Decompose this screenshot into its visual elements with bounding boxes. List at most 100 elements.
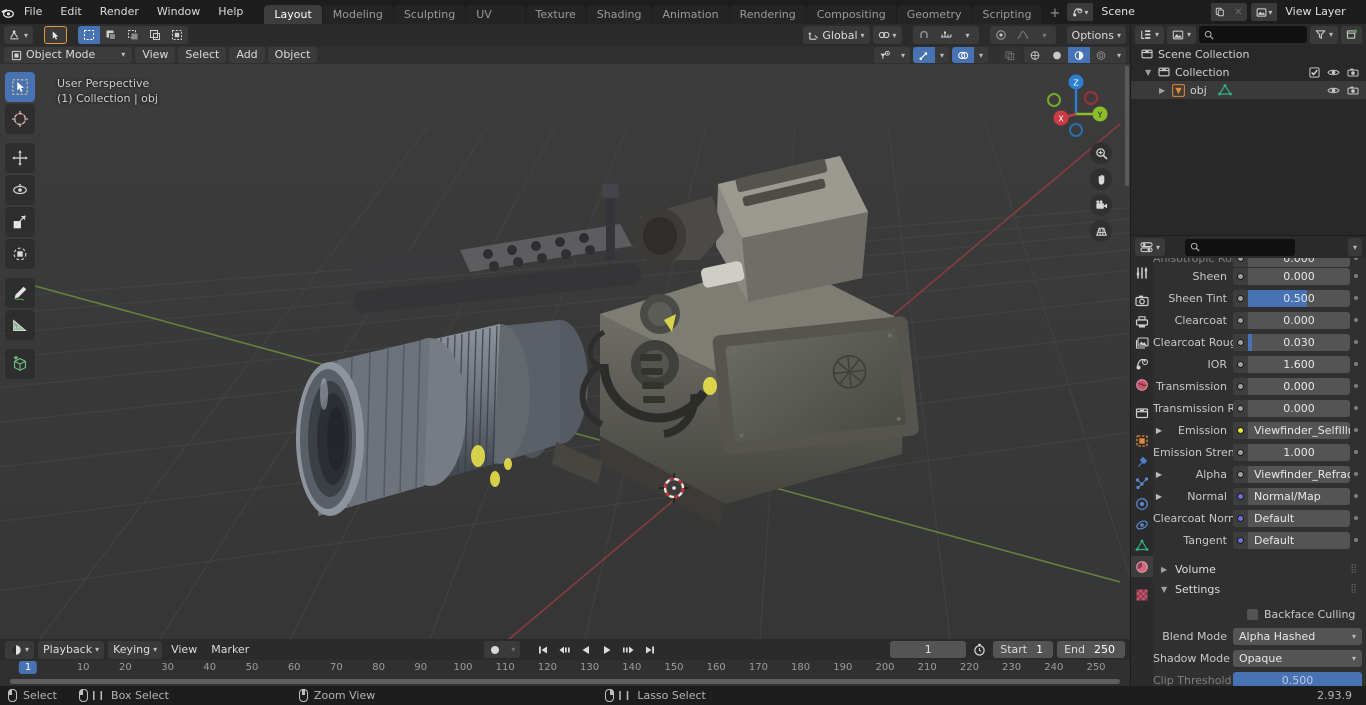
new-scene-button[interactable]: [1211, 3, 1230, 21]
tab-animation[interactable]: Animation: [652, 5, 729, 24]
property-row-normal[interactable]: ▶ Normal Normal/Map: [1153, 485, 1366, 507]
object-mode-selector[interactable]: Object Mode ▾: [4, 47, 133, 63]
animate-property-dot[interactable]: [1350, 318, 1362, 322]
use-preview-range-icon[interactable]: [970, 641, 989, 659]
animate-property-dot[interactable]: [1350, 362, 1362, 366]
menu-file[interactable]: File: [15, 3, 51, 21]
socket-icon[interactable]: [1233, 509, 1248, 527]
3d-viewport[interactable]: User Perspective (1) Collection | obj Z …: [0, 64, 1130, 639]
show-gizmo-icon[interactable]: [913, 47, 935, 63]
properties-tab-view-layer[interactable]: [1131, 332, 1153, 353]
outliner-row-obj[interactable]: ▶ obj: [1131, 81, 1366, 99]
properties-tab-object-data[interactable]: [1131, 535, 1153, 556]
object-type-visibility-icon[interactable]: [874, 47, 896, 63]
socket-icon[interactable]: [1233, 333, 1248, 351]
proportional-falloff-icon[interactable]: [1012, 26, 1034, 44]
zoom-nav-icon[interactable]: [1090, 142, 1112, 164]
socket-icon[interactable]: [1233, 377, 1248, 395]
tab-compositing[interactable]: Compositing: [806, 5, 896, 24]
shading-caret[interactable]: ▾: [1112, 47, 1126, 63]
viewport-menu-view[interactable]: View: [135, 47, 176, 63]
property-row-clearcoat[interactable]: Clearcoat 0.000: [1153, 309, 1366, 331]
snap-dropdown-caret[interactable]: ▾: [957, 26, 979, 44]
tab-uv-editing[interactable]: UV Editing: [466, 5, 525, 40]
animate-property-dot[interactable]: [1350, 274, 1362, 278]
panel-header-volume[interactable]: ▶ Volume ⣿: [1153, 559, 1366, 579]
show-overlays-icon[interactable]: [952, 47, 974, 63]
properties-tab-object[interactable]: [1131, 430, 1153, 451]
jump-to-end-button[interactable]: [640, 641, 660, 659]
frame-end-field[interactable]: End 250: [1057, 641, 1126, 658]
pan-nav-icon[interactable]: [1090, 168, 1112, 190]
timeline-menu-keying[interactable]: Keying ▾: [108, 640, 163, 659]
outliner-display-mode-selector[interactable]: ▾: [1167, 25, 1197, 44]
overlays-caret[interactable]: ▾: [974, 47, 988, 63]
outliner-row-collection[interactable]: ▼ Collection: [1131, 63, 1366, 81]
properties-options-caret[interactable]: ▾: [1347, 238, 1362, 256]
animate-property-dot[interactable]: [1350, 516, 1362, 520]
animate-property-dot[interactable]: [1350, 538, 1362, 542]
rotate-tool-icon[interactable]: [5, 175, 35, 205]
expand-triangle-icon[interactable]: ▶: [1153, 470, 1165, 479]
tab-rendering[interactable]: Rendering: [729, 5, 806, 24]
visibility-caret[interactable]: ▾: [896, 47, 910, 63]
scale-tool-icon[interactable]: [5, 207, 35, 237]
socket-icon[interactable]: [1233, 311, 1248, 329]
socket-icon[interactable]: [1233, 465, 1248, 483]
snap-increment-icon[interactable]: [935, 26, 957, 44]
material-preview-shading-icon[interactable]: [1068, 47, 1090, 63]
timeline-menu-playback[interactable]: Playback ▾: [38, 640, 105, 659]
current-frame-field[interactable]: 1: [890, 641, 967, 658]
property-row-backface-culling[interactable]: Backface Culling: [1153, 603, 1366, 625]
select-box-icon[interactable]: [78, 26, 101, 44]
outliner-editor-type-selector[interactable]: ▾: [1135, 25, 1165, 44]
properties-search-input[interactable]: [1185, 238, 1296, 256]
add-workspace-button[interactable]: +: [1042, 5, 1067, 24]
outliner-search-input[interactable]: [1199, 26, 1307, 43]
timeline-body[interactable]: 10 20 30 40 50 60 70 80 90 100 110 120 130 140 150 160 1…: [0, 660, 1130, 686]
jump-to-prev-keyframe-button[interactable]: [554, 641, 575, 659]
viewport-menu-object[interactable]: Object: [267, 47, 318, 63]
frame-start-field[interactable]: Start 1: [993, 641, 1054, 658]
properties-tab-texture[interactable]: [1131, 584, 1153, 605]
measure-tool-icon[interactable]: [5, 310, 35, 340]
property-row-emission[interactable]: ▶ Emission Viewfinder_SelfIllum...: [1153, 419, 1366, 441]
property-row-ior[interactable]: IOR 1.600: [1153, 353, 1366, 375]
animate-property-dot[interactable]: [1350, 340, 1362, 344]
transform-tool-icon[interactable]: [5, 239, 35, 269]
snap-magnet-icon[interactable]: [913, 26, 935, 44]
scene-selector[interactable]: ▾ Scene ✕: [1067, 3, 1248, 21]
timeline-playhead[interactable]: 1: [18, 661, 38, 674]
properties-tab-scene[interactable]: [1131, 353, 1153, 374]
tab-layout[interactable]: Layout: [264, 5, 322, 24]
proportional-falloff-caret[interactable]: ▾: [1034, 26, 1056, 44]
outliner-filter-button[interactable]: ▾: [1309, 25, 1338, 44]
animate-property-dot[interactable]: [1350, 428, 1362, 432]
scene-name[interactable]: Scene: [1093, 3, 1212, 21]
socket-icon[interactable]: [1233, 531, 1248, 549]
animate-property-dot[interactable]: [1350, 258, 1362, 260]
viewport-options-button[interactable]: Options ▾: [1066, 26, 1126, 44]
viewport-menu-select[interactable]: Select: [178, 47, 227, 63]
transform-orientation-selector[interactable]: Global ▾: [803, 26, 870, 44]
panel-header-settings[interactable]: ▼ Settings ⣿: [1153, 579, 1366, 599]
select-difference-icon[interactable]: [144, 26, 166, 44]
auto-keying-icon[interactable]: [484, 641, 506, 658]
camera-nav-icon[interactable]: [1090, 194, 1112, 216]
socket-icon[interactable]: [1233, 443, 1248, 461]
camera-icon[interactable]: [1347, 85, 1359, 96]
property-row-clearcoat-normal[interactable]: Clearcoat Normal Default: [1153, 507, 1366, 529]
socket-icon[interactable]: [1233, 355, 1248, 373]
expand-triangle-icon[interactable]: ▶: [1153, 426, 1165, 435]
property-row-clearcoat-roughness[interactable]: Clearcoat Roug... 0.030: [1153, 331, 1366, 353]
timeline-scrollbar[interactable]: [10, 679, 1120, 684]
menu-render[interactable]: Render: [91, 3, 148, 21]
tab-geometry-nodes[interactable]: Geometry Nodes: [896, 5, 972, 40]
toggle-xray-icon[interactable]: [999, 47, 1021, 63]
timeline-menu-view[interactable]: View: [166, 641, 202, 659]
menu-edit[interactable]: Edit: [51, 3, 90, 21]
property-row-tangent[interactable]: Tangent Default: [1153, 529, 1366, 551]
properties-tab-collection[interactable]: [1131, 402, 1153, 423]
mesh-data-icon[interactable]: [1217, 84, 1232, 96]
navigation-gizmo[interactable]: Z Y X: [1040, 68, 1120, 148]
